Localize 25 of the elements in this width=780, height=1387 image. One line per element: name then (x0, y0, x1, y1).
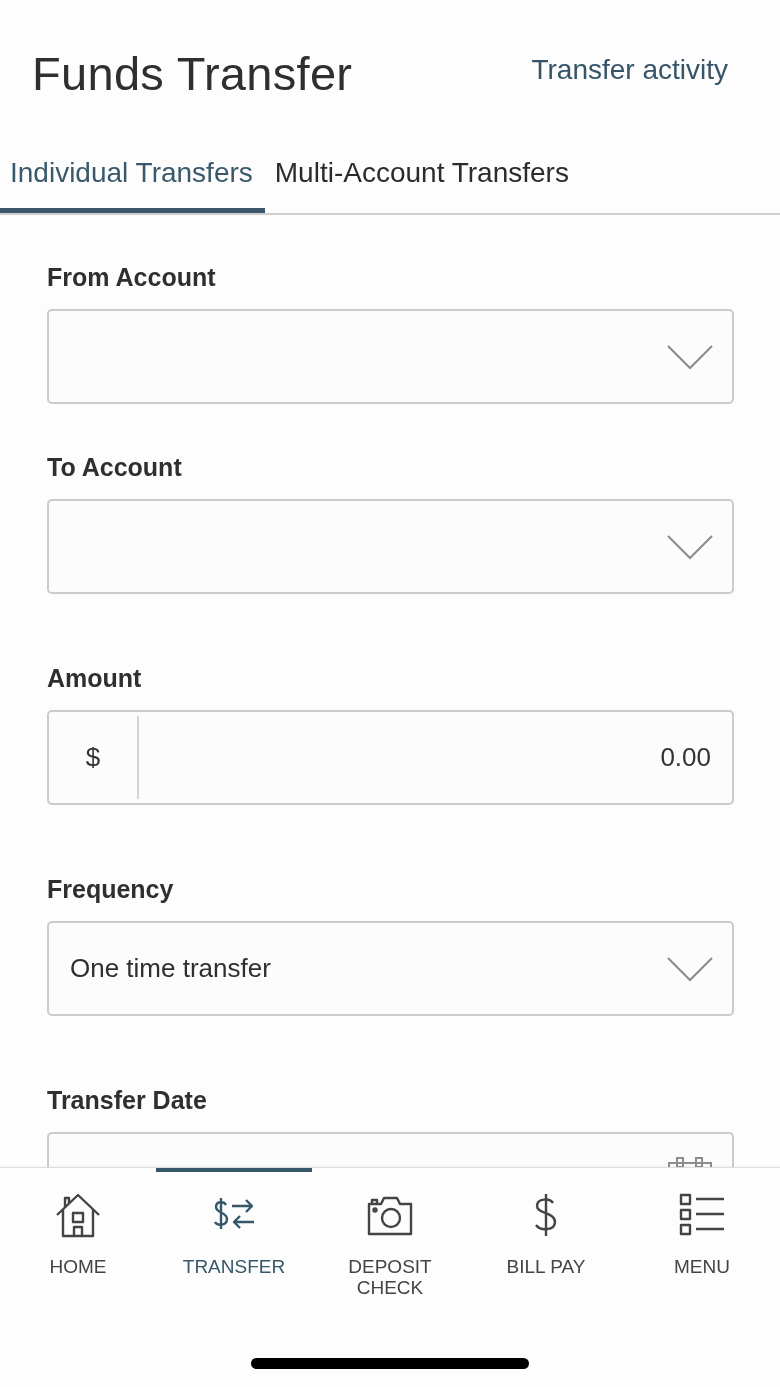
house-icon (54, 1192, 102, 1238)
field-label: Frequency (47, 874, 175, 904)
field-label: Transfer Date (47, 1085, 208, 1115)
list-icon (678, 1192, 726, 1238)
tab[interactable]: Individual Transfers (0, 128, 265, 213)
nav-item[interactable]: HOME (0, 1168, 156, 1304)
transfer-activity-link[interactable]: Transfer activity (531, 54, 728, 86)
nav-item[interactable]: MENU (624, 1168, 780, 1304)
field-label: To Account (47, 452, 183, 482)
amount-field[interactable]: $ 0.00 (47, 710, 734, 805)
chevron-down-icon (666, 343, 714, 370)
nav-item[interactable]: DEPOSIT CHECK (312, 1168, 468, 1304)
nav-item[interactable]: TRANSFER (156, 1168, 312, 1304)
page-title: Funds Transfer (32, 45, 353, 101)
select-field[interactable]: One time transfer (47, 921, 734, 1016)
tab[interactable]: Multi-Account Transfers (264, 128, 581, 213)
field-label: From Account (47, 262, 217, 292)
calendar-icon (667, 1157, 713, 1167)
chevron-down-icon (666, 533, 714, 560)
date-field[interactable] (47, 1132, 734, 1167)
nav-item[interactable]: BILL PAY (468, 1168, 624, 1304)
select-field[interactable] (47, 499, 734, 594)
chevron-down-icon (666, 955, 714, 982)
field-label: Amount (47, 663, 143, 693)
select-field[interactable] (47, 309, 734, 404)
